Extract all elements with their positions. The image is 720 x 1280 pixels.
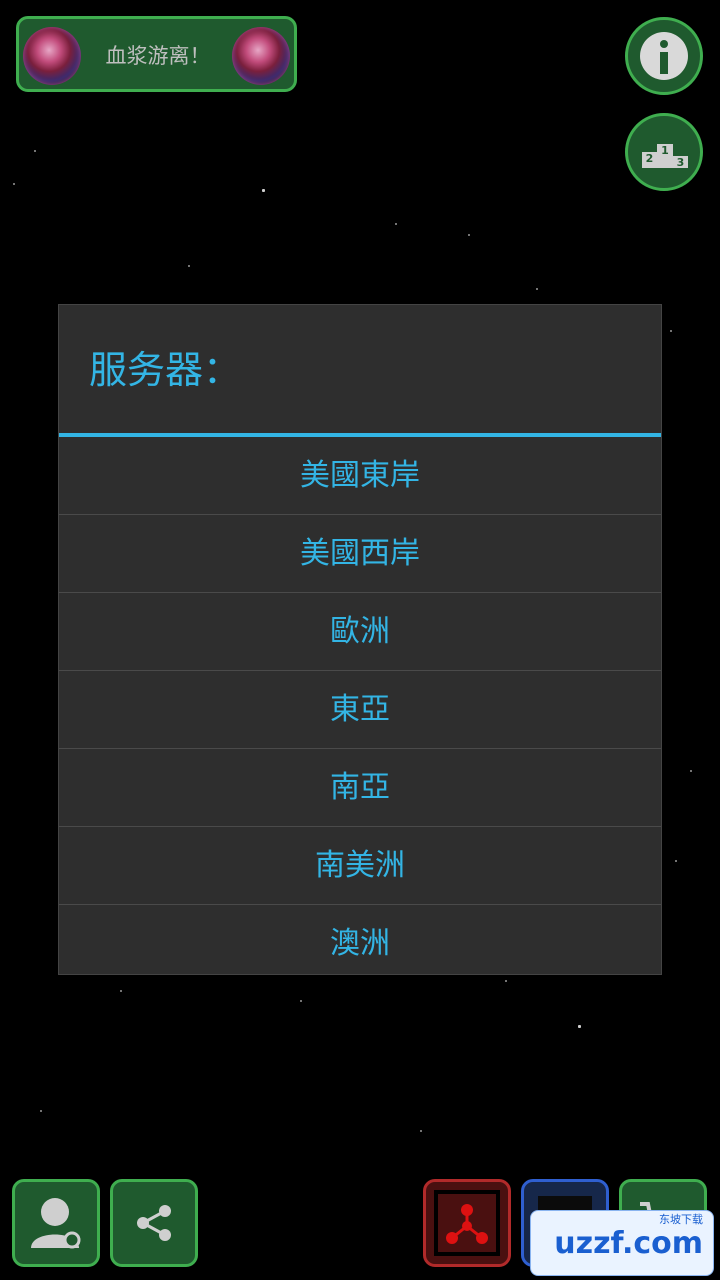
star	[675, 860, 677, 862]
server-options-list: 美國東岸 美國西岸 歐洲 東亞 南亞 南美洲 澳洲	[59, 437, 661, 982]
app-title-banner[interactable]: 血浆游离！	[16, 16, 297, 92]
star	[670, 330, 672, 332]
app-title: 血浆游离！	[105, 44, 211, 68]
star	[536, 288, 538, 290]
watermark-brand: uzzf.com	[554, 1226, 703, 1261]
watermark-tagline: 东坡下载	[659, 1213, 703, 1226]
server-option-south-america[interactable]: 南美洲	[59, 827, 661, 905]
server-option-europe[interactable]: 歐洲	[59, 593, 661, 671]
server-option-east-asia[interactable]: 東亞	[59, 671, 661, 749]
info-icon	[640, 32, 688, 80]
info-button[interactable]	[625, 17, 703, 95]
star	[690, 770, 692, 772]
star	[34, 150, 36, 152]
plasma-orb-icon	[23, 27, 81, 85]
star	[262, 189, 265, 192]
star	[395, 223, 397, 225]
server-dialog: 服务器： 美國東岸 美國西岸 歐洲 東亞 南亞 南美洲 澳洲	[58, 304, 662, 975]
star	[188, 265, 190, 267]
share-icon	[137, 1205, 171, 1241]
star	[40, 1110, 42, 1112]
star	[420, 1130, 422, 1132]
radiation-button[interactable]	[423, 1179, 511, 1267]
server-option-south-asia[interactable]: 南亞	[59, 749, 661, 827]
star	[578, 1025, 581, 1028]
radiation-icon	[434, 1190, 500, 1256]
dialog-title: 服务器：	[89, 348, 242, 392]
server-option-us-east[interactable]: 美國東岸	[59, 437, 661, 515]
star	[13, 183, 15, 185]
star	[300, 1000, 302, 1002]
podium-icon: 2 1 3	[642, 138, 688, 169]
star	[120, 990, 122, 992]
share-button[interactable]	[110, 1179, 198, 1267]
watermark-logo: 东坡下载 uzzf.com	[530, 1210, 714, 1276]
server-option-us-west[interactable]: 美國西岸	[59, 515, 661, 593]
star	[468, 234, 470, 236]
server-option-australia[interactable]: 澳洲	[59, 905, 661, 982]
leaderboard-button[interactable]: 2 1 3	[625, 113, 703, 191]
plasma-orb-icon	[232, 27, 290, 85]
profile-button[interactable]	[12, 1179, 100, 1267]
user-settings-icon	[31, 1198, 81, 1249]
